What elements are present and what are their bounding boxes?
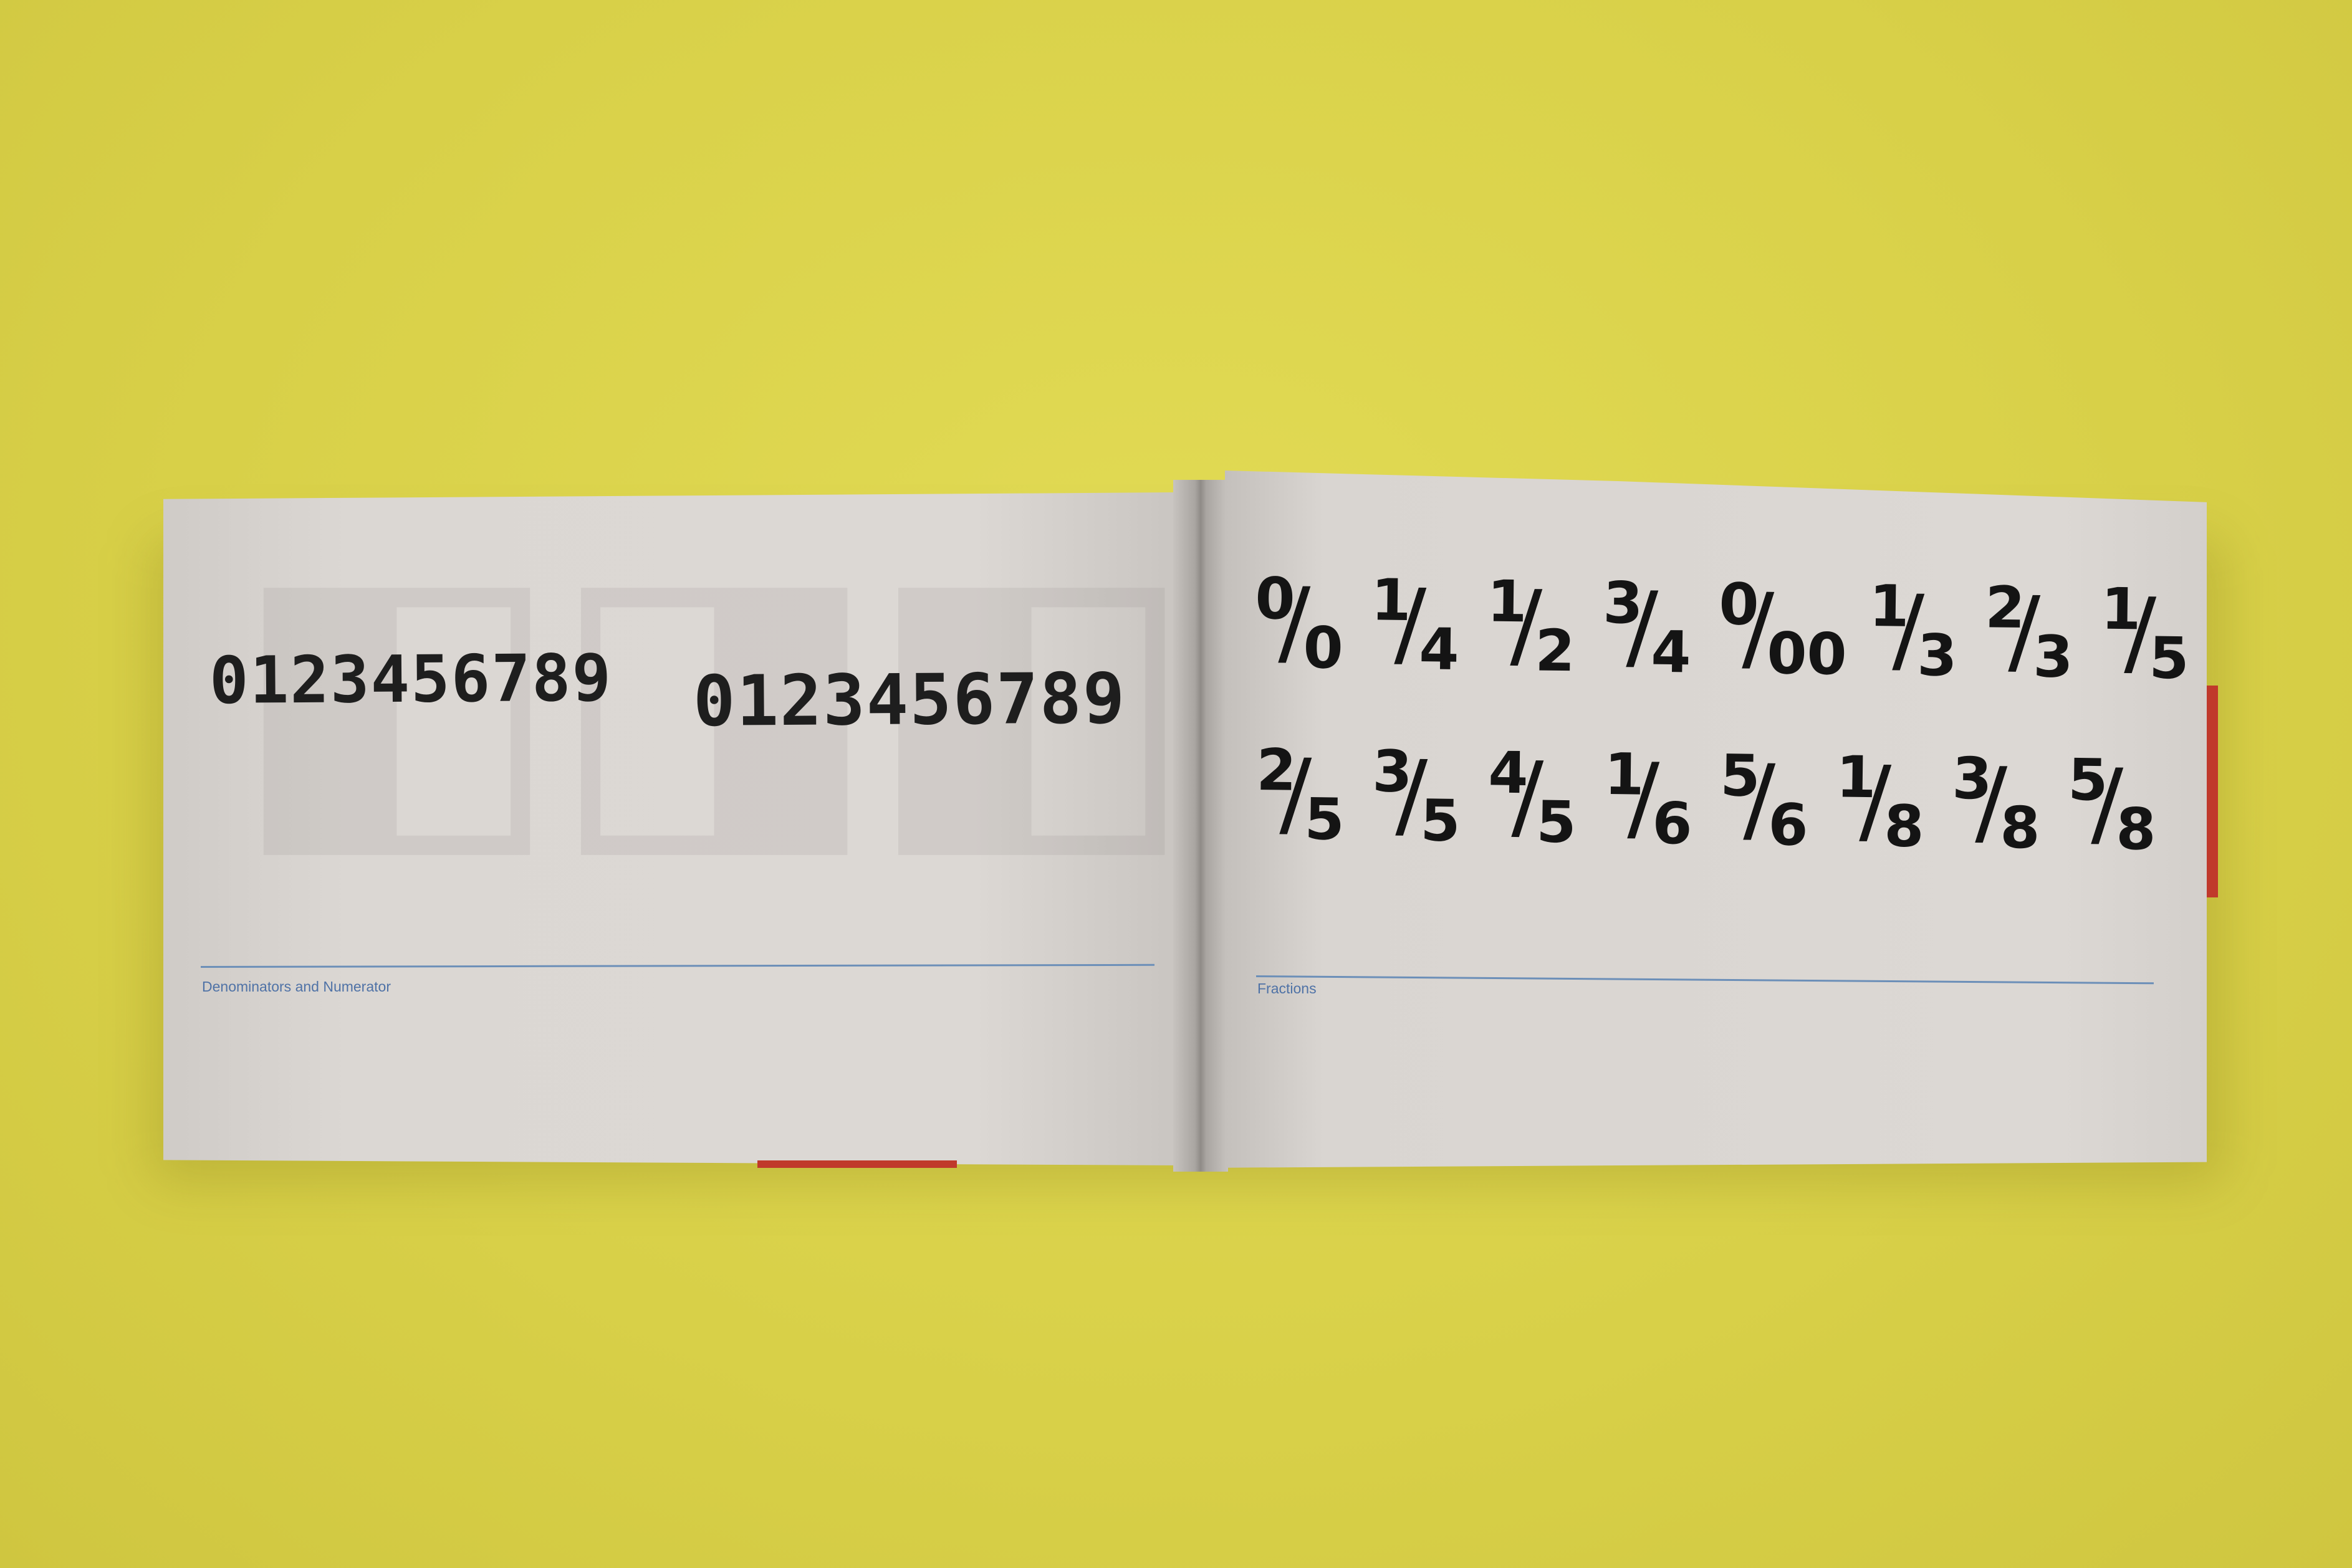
fraction-glyph: 5/8 <box>2067 747 2168 865</box>
fraction-glyph: 4/5 <box>1487 740 1588 858</box>
fraction-denominator: 5 <box>1419 787 1461 855</box>
left-page-rule <box>200 963 1154 968</box>
fraction-glyph: 3/5 <box>1371 738 1472 856</box>
left-page-caption: Denominators and Numerator <box>202 978 391 995</box>
right-page: 0/0 1/4 1/2 3/4 0/00 1/3 2/3 1/5 2/5 3/5 4/5 1/6 5/… <box>1225 471 2207 1168</box>
fraction-denominator: 0 <box>1302 614 1344 682</box>
booklet-spine <box>1173 480 1228 1172</box>
fraction-denominator: 3 <box>1916 621 1958 689</box>
fraction-denominator: 8 <box>1883 793 1925 861</box>
fraction-denominator: 8 <box>2115 795 2157 863</box>
fraction-denominator: 8 <box>1999 794 2041 862</box>
fraction-glyph: 0/00 <box>1718 571 1853 690</box>
fraction-denominator: 5 <box>1535 788 1577 856</box>
fraction-glyph: 2/5 <box>1255 737 1356 855</box>
fraction-denominator: 2 <box>1534 617 1576 685</box>
fractions-row-1: 0/0 1/4 1/2 3/4 0/00 1/3 2/3 1/5 <box>1254 565 2201 694</box>
fractions-row-2: 2/5 3/5 4/5 1/6 5/6 1/8 3/8 5/8 <box>1255 737 2168 865</box>
fraction-denominator: 5 <box>2148 624 2190 692</box>
left-page: ◧◨◧ 0123456789 0123456789 Denominators a… <box>163 492 1176 1165</box>
right-page-caption: Fractions <box>1257 980 1317 997</box>
fraction-glyph: 0/0 <box>1254 565 1355 684</box>
fraction-denominator: 00 <box>1766 620 1848 688</box>
fraction-denominator: 6 <box>1767 791 1809 859</box>
right-page-rule <box>1255 975 2154 985</box>
numerals-small: 0123456789 <box>209 639 613 719</box>
fraction-glyph: 1/2 <box>1486 568 1587 687</box>
fraction-glyph: 1/5 <box>2100 576 2201 694</box>
red-insert-edge <box>2207 686 2218 897</box>
fraction-denominator: 6 <box>1651 790 1693 858</box>
fraction-glyph: 5/6 <box>1719 742 1820 861</box>
fraction-denominator: 5 <box>1303 785 1345 853</box>
numerals-large: 0123456789 <box>693 658 1126 742</box>
fraction-glyph: 1/8 <box>1835 743 1936 862</box>
fraction-denominator: 4 <box>1650 618 1692 686</box>
fraction-glyph: 1/4 <box>1370 566 1471 685</box>
fraction-glyph: 3/4 <box>1602 570 1703 688</box>
fraction-glyph: 1/3 <box>1868 573 1969 691</box>
fraction-glyph: 2/3 <box>1984 574 2085 692</box>
fraction-denominator: 3 <box>2032 623 2074 691</box>
fraction-glyph: 3/8 <box>1951 745 2052 864</box>
fraction-denominator: 4 <box>1418 616 1460 684</box>
red-insert-strip <box>757 1160 957 1168</box>
fraction-glyph: 1/6 <box>1603 741 1704 859</box>
